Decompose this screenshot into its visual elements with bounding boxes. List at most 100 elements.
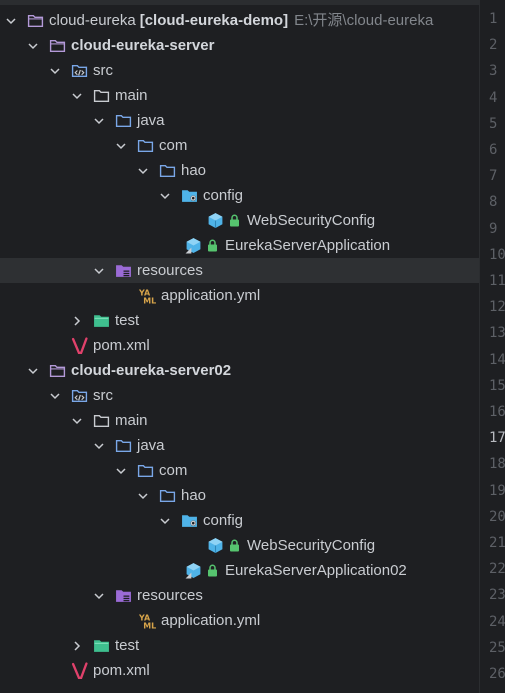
module-name: cloud-eureka-server — [71, 37, 215, 54]
maven-file-icon — [70, 337, 88, 355]
yaml-file-icon: YA ML — [138, 287, 156, 305]
line-number: 2 — [489, 37, 498, 54]
resources-label: resources — [137, 587, 203, 604]
chevron-down-icon[interactable] — [92, 589, 106, 603]
chevron-down-icon[interactable] — [158, 514, 172, 528]
tree-row-src[interactable]: src — [0, 58, 479, 83]
tree-row-package-config[interactable]: config — [0, 183, 479, 208]
tree-row-package-config[interactable]: config — [0, 508, 479, 533]
tree-row-module[interactable]: cloud-eureka-server — [0, 33, 479, 58]
line-number: 24 — [489, 613, 505, 630]
chevron-down-icon[interactable] — [48, 389, 62, 403]
chevron-right-icon[interactable] — [70, 314, 84, 328]
chevron-right-icon[interactable] — [70, 639, 84, 653]
java-class-icon — [206, 537, 224, 555]
project-name: cloud-eureka — [49, 12, 136, 29]
tree-row-resources[interactable]: resources — [0, 258, 479, 283]
tree-row-java[interactable]: java — [0, 433, 479, 458]
tree-row-class-websecurity[interactable]: WebSecurityConfig — [0, 533, 479, 558]
line-number: 18 — [489, 456, 505, 473]
file-name: pom.xml — [93, 337, 150, 354]
tree-row-module[interactable]: cloud-eureka-server02 — [0, 358, 479, 383]
chevron-down-icon[interactable] — [92, 439, 106, 453]
main-label: main — [115, 412, 148, 429]
chevron-down-icon[interactable] — [26, 364, 40, 378]
chevron-down-icon[interactable] — [92, 114, 106, 128]
line-number: 3 — [489, 63, 498, 80]
tree-row-src[interactable]: src — [0, 383, 479, 408]
project-path: E:\开源\cloud-eureka — [294, 12, 434, 29]
tree-row-package-hao[interactable]: hao — [0, 158, 479, 183]
chevron-down-icon[interactable] — [70, 89, 84, 103]
line-number: 9 — [489, 220, 498, 237]
tree-row-java[interactable]: java — [0, 108, 479, 133]
package-com-label: com — [159, 462, 188, 479]
source-folder-icon — [70, 62, 88, 80]
lock-icon — [229, 539, 241, 553]
tree-row-main[interactable]: main — [0, 83, 479, 108]
tree-row-test[interactable]: test — [0, 633, 479, 658]
class-name: EurekaServerApplication — [225, 237, 391, 254]
tree-row-yml[interactable]: YA ML application.yml — [0, 608, 479, 633]
package-folder-icon — [158, 162, 176, 180]
tree-row-package-hao[interactable]: hao — [0, 483, 479, 508]
tree-row-package-com[interactable]: com — [0, 133, 479, 158]
module-folder-icon — [26, 12, 44, 30]
resources-folder-icon — [114, 587, 132, 605]
line-number: 14 — [489, 351, 505, 368]
spring-app-class-icon — [184, 237, 202, 255]
chevron-down-icon[interactable] — [48, 64, 62, 78]
folder-icon — [92, 87, 110, 105]
lock-icon — [229, 214, 241, 228]
tree-row-class-application[interactable]: EurekaServerApplication — [0, 233, 479, 258]
line-number-gutter: 1 2 3 4 5 6 7 8 9 10 11 12 13 14 15 16 17 18 19 20 21 22 23 24 2… — [479, 0, 505, 693]
tree-row-test[interactable]: test — [0, 308, 479, 333]
source-root-folder-icon — [114, 112, 132, 130]
tree-row-pom[interactable]: pom.xml — [0, 333, 479, 358]
yaml-file-icon: YA ML — [138, 612, 156, 630]
resources-folder-icon — [114, 262, 132, 280]
tree-row-class-application[interactable]: EurekaServerApplication02 — [0, 558, 479, 583]
line-number: 11 — [489, 273, 505, 289]
tree-row-project-root[interactable]: cloud-eureka [cloud-eureka-demo] E:\开源\c… — [0, 8, 479, 33]
line-number: 25 — [489, 639, 505, 656]
tree-row-yml[interactable]: YA ML application.yml — [0, 283, 479, 308]
chevron-down-icon[interactable] — [114, 139, 128, 153]
class-name: WebSecurityConfig — [247, 212, 376, 229]
java-class-icon — [206, 212, 224, 230]
chevron-down-icon[interactable] — [70, 414, 84, 428]
module-folder-icon — [48, 37, 66, 55]
project-tag: [cloud-eureka-demo] — [139, 12, 289, 29]
main-label: main — [115, 87, 148, 104]
tree-row-pom[interactable]: pom.xml — [0, 658, 479, 683]
chevron-down-icon[interactable] — [26, 39, 40, 53]
class-name: WebSecurityConfig — [247, 537, 376, 554]
lock-icon — [207, 564, 219, 578]
chevron-down-icon[interactable] — [92, 264, 106, 278]
test-folder-icon — [92, 312, 110, 330]
tree-row-resources[interactable]: resources — [0, 583, 479, 608]
chevron-down-icon[interactable] — [114, 464, 128, 478]
tree-row-main[interactable]: main — [0, 408, 479, 433]
line-number: 21 — [489, 535, 505, 551]
chevron-down-icon[interactable] — [4, 14, 18, 28]
chevron-down-icon[interactable] — [158, 189, 172, 203]
line-number: 26 — [489, 666, 505, 682]
tree-row-package-com[interactable]: com — [0, 458, 479, 483]
line-number: 22 — [489, 561, 505, 578]
chevron-down-icon[interactable] — [136, 164, 150, 178]
line-number: 15 — [489, 377, 505, 394]
svg-text:ML: ML — [143, 296, 156, 304]
line-number: 17 — [489, 430, 505, 447]
module-name: cloud-eureka-server02 — [71, 362, 232, 379]
line-number: 4 — [489, 89, 498, 106]
package-config-label: config — [203, 512, 244, 529]
package-folder-icon — [136, 137, 154, 155]
svg-text:ML: ML — [143, 621, 156, 629]
tree-row-class-websecurity[interactable]: WebSecurityConfig — [0, 208, 479, 233]
package-com-label: com — [159, 137, 188, 154]
file-name: application.yml — [161, 612, 261, 629]
src-label: src — [93, 62, 113, 79]
chevron-down-icon[interactable] — [136, 489, 150, 503]
package-folder-icon — [158, 487, 176, 505]
